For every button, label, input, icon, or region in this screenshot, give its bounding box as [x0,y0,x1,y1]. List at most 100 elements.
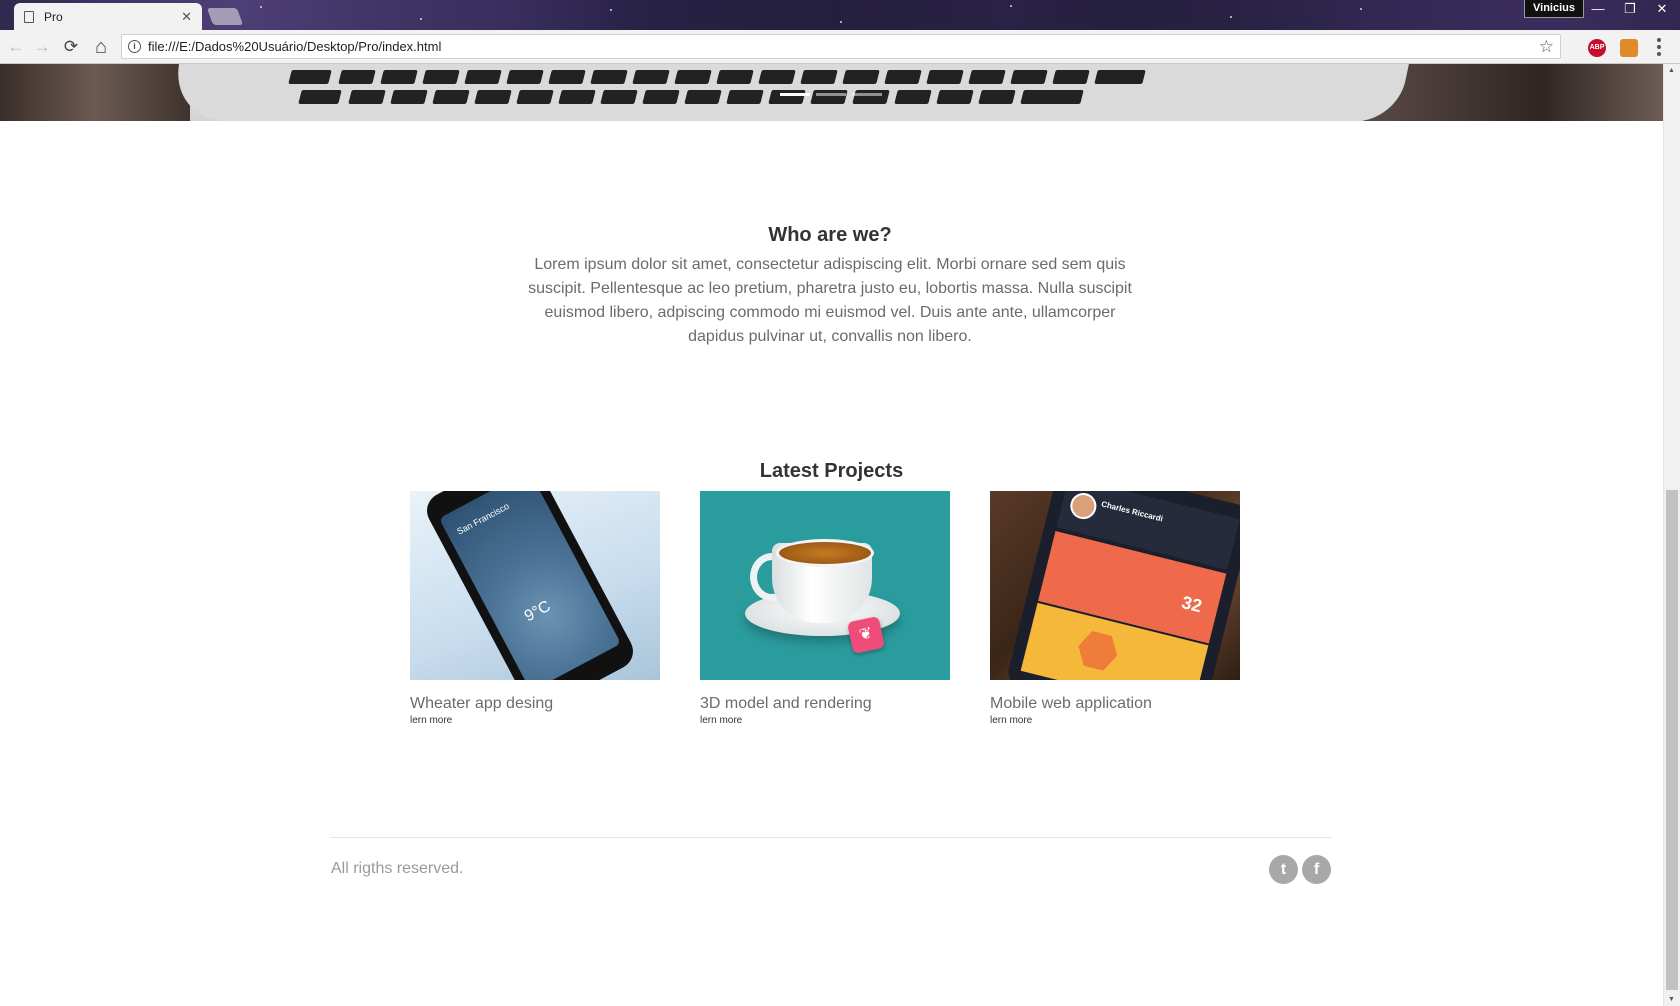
page-viewport: Who are we? Lorem ipsum dolor sit amet, … [0,64,1663,1006]
adblock-plus-icon[interactable]: ABP [1588,39,1606,57]
url-text[interactable]: file:///E:/Dados%20Usuário/Desktop/Pro/i… [148,35,441,58]
keyboard-key [422,70,460,84]
tab-title: Pro [44,9,63,24]
browser-toolbar: ← → ⟳ ⌂ i file:///E:/Dados%20Usuário/Des… [0,30,1680,64]
keyboard-key [464,70,502,84]
keyboard-key [506,70,544,84]
background-star [1010,5,1012,7]
project-title: Wheater app desing [410,695,554,712]
keyboard-key [800,70,838,84]
about-text: Lorem ipsum dolor sit amet, consectetur … [528,256,1132,345]
keyboard-key [726,90,764,104]
keyboard-key [558,90,596,104]
profile-button[interactable]: Vinicius [1524,0,1584,18]
address-bar[interactable]: i file:///E:/Dados%20Usuário/Desktop/Pro… [121,34,1561,59]
keyboard-key [936,90,974,104]
keyboard-key [842,70,880,84]
home-icon[interactable]: ⌂ [89,35,113,59]
scroll-up-icon[interactable]: ▲ [1668,67,1675,74]
hexagon-icon [1074,629,1122,674]
project-image-teacup[interactable]: ❦ [700,491,950,680]
keyboard-key [516,90,554,104]
page-scrollbar[interactable]: ▲ ▼ [1663,64,1680,1006]
project-image-mobile-app[interactable]: Charles Riccardi 32 [990,491,1240,680]
weather-temp: 9°C [521,597,554,626]
weather-city: San Francisco [455,500,511,537]
keyboard-key [1010,70,1048,84]
keyboard-key [674,70,712,84]
keyboard-key [1094,70,1146,84]
close-window-button[interactable]: ✕ [1646,0,1678,18]
keyboard-key [632,70,670,84]
keyboard-key [894,90,932,104]
facebook-icon[interactable]: f [1302,855,1331,884]
scroll-down-icon[interactable]: ▼ [1668,996,1675,1003]
hero-carousel [0,64,1663,121]
reload-icon[interactable]: ⟳ [59,35,83,59]
carousel-indicator[interactable] [852,93,882,96]
keyboard-key [684,90,722,104]
keyboard-key [926,70,964,84]
info-icon[interactable]: i [128,40,141,53]
browser-titlebar: Pro ✕ Vinicius — ❐ ✕ [0,0,1680,30]
keyboard-key [380,70,418,84]
keyboard-key [600,90,638,104]
bookmark-star-icon[interactable]: ☆ [1539,36,1554,58]
keyboard-key [758,70,796,84]
keyboard-key [338,70,376,84]
tab-close-icon[interactable]: ✕ [181,9,192,25]
scrollbar-thumb[interactable] [1666,490,1678,990]
hero-image-wood [1363,64,1663,121]
keyboard-key [432,90,470,104]
background-star [260,6,262,8]
browser-menu-icon[interactable] [1656,38,1662,56]
keyboard-key [1020,90,1084,104]
keyboard-key [348,90,386,104]
keyboard-key [474,90,512,104]
footer-copyright: All rigths reserved. [331,860,464,877]
keyboard-key [298,90,342,104]
keyboard-key [288,70,332,84]
projects-title: Latest Projects [759,460,904,482]
tea-tag-icon: ❦ [847,616,885,654]
keyboard-key [978,90,1016,104]
learn-more-link[interactable]: lern more [700,714,950,728]
window-controls: — ❐ ✕ [1582,0,1678,18]
restore-button[interactable]: ❐ [1614,0,1646,18]
project-title: Mobile web application [990,695,1152,712]
app-stat-number: 32 [1179,592,1204,617]
project-image-weather-app[interactable]: San Francisco 9°C [410,491,660,680]
carousel-indicators [780,93,882,96]
background-star [1360,8,1362,10]
learn-more-link[interactable]: lern more [410,714,660,728]
avatar [1067,491,1100,522]
carousel-indicator[interactable] [780,93,810,96]
about-title: Who are we? [768,224,892,246]
background-star [420,18,422,20]
keyboard-key [390,90,428,104]
footer-divider [330,837,1332,838]
background-star [840,21,842,23]
phone-illustration: San Francisco 9°C [420,491,640,680]
forward-icon[interactable]: → [30,35,54,59]
extension-icon[interactable] [1620,39,1638,57]
hero-image-wood [0,64,190,121]
project-title: 3D model and rendering [700,695,872,712]
keyboard-key [968,70,1006,84]
minimize-button[interactable]: — [1582,0,1614,18]
keyboard-key [884,70,922,84]
background-star [1230,16,1232,18]
learn-more-link[interactable]: lern more [990,714,1240,728]
keyboard-key [590,70,628,84]
hero-image-keyboard [230,64,1280,110]
back-icon[interactable]: ← [4,35,28,59]
browser-tab[interactable]: Pro ✕ [14,3,202,30]
about-section: Who are we? Lorem ipsum dolor sit amet, … [520,224,1140,349]
project-card: Charles Riccardi 32 Mobile web applicati… [990,491,1240,728]
project-card: San Francisco 9°C Wheater app desing ler… [410,491,660,728]
twitter-icon[interactable]: t [1269,855,1298,884]
keyboard-key [1052,70,1090,84]
new-tab-button[interactable] [206,8,244,25]
background-star [610,9,612,11]
carousel-indicator[interactable] [816,93,846,96]
